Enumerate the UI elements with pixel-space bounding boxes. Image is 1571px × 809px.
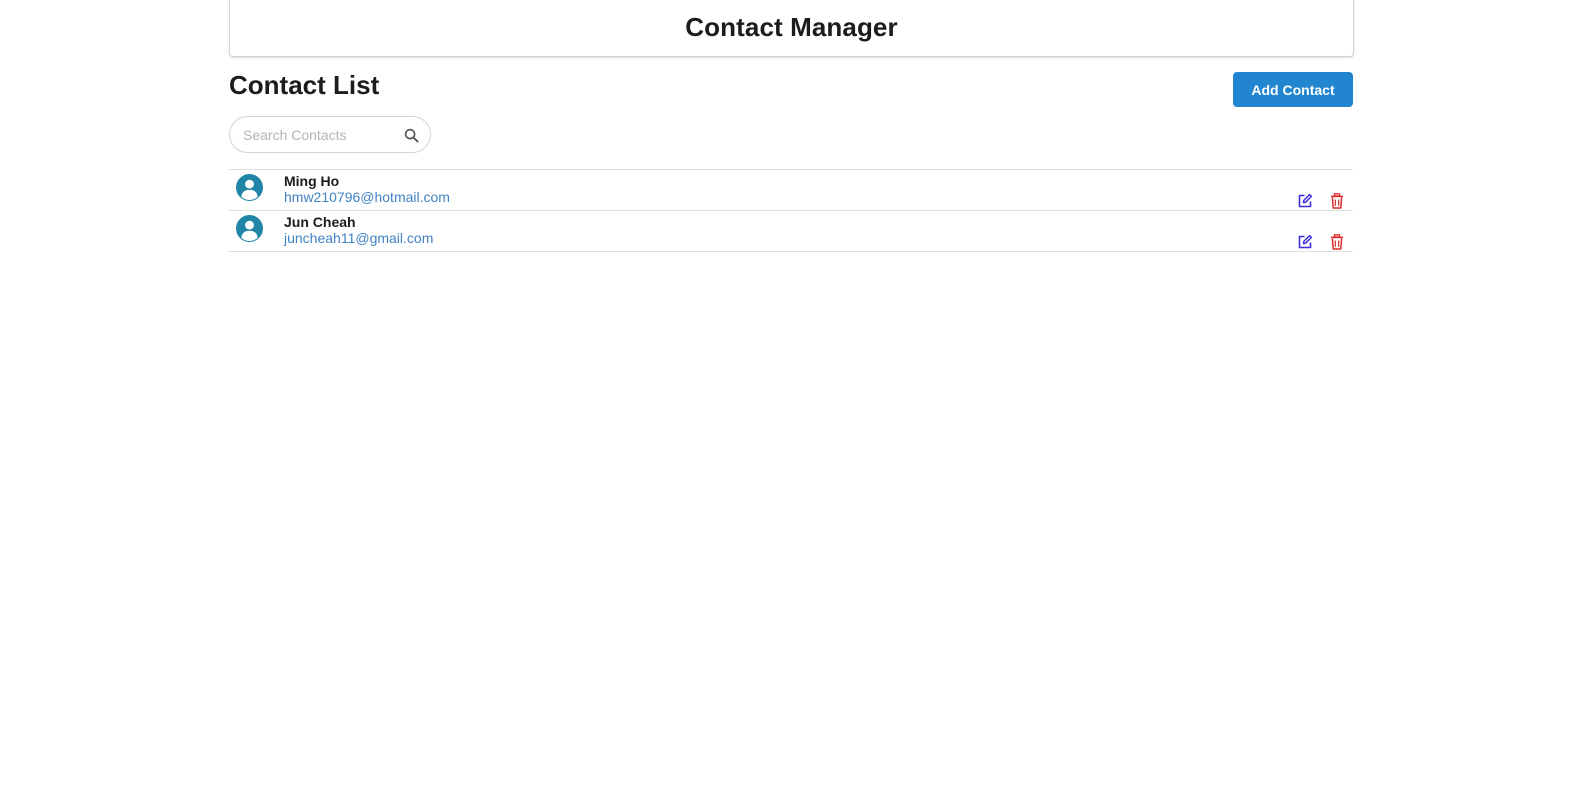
search-icon[interactable] bbox=[404, 128, 419, 143]
add-contact-button[interactable]: Add Contact bbox=[1233, 72, 1353, 107]
page: Contact Manager Contact List Add Contact… bbox=[0, 0, 1571, 809]
edit-icon[interactable] bbox=[1297, 193, 1313, 209]
search-box bbox=[229, 116, 431, 153]
edit-icon[interactable] bbox=[1297, 234, 1313, 250]
trash-icon[interactable] bbox=[1330, 193, 1344, 209]
contact-email[interactable]: hmw210796@hotmail.com bbox=[284, 189, 450, 205]
list-item[interactable]: Jun Cheah juncheah11@gmail.com bbox=[229, 211, 1353, 252]
trash-icon[interactable] bbox=[1330, 234, 1344, 250]
contact-name: Ming Ho bbox=[284, 173, 340, 189]
user-avatar-icon bbox=[236, 215, 263, 242]
user-avatar-icon bbox=[236, 174, 263, 201]
contact-name: Jun Cheah bbox=[284, 214, 356, 230]
contact-list: Ming Ho hmw210796@hotmail.com Jun Cheah bbox=[229, 169, 1353, 252]
list-item[interactable]: Ming Ho hmw210796@hotmail.com bbox=[229, 170, 1353, 211]
app-header: Contact Manager bbox=[229, 0, 1354, 57]
search-input[interactable] bbox=[243, 126, 393, 143]
contact-email[interactable]: juncheah11@gmail.com bbox=[284, 230, 433, 246]
app-title: Contact Manager bbox=[685, 11, 898, 42]
page-title: Contact List bbox=[229, 70, 380, 100]
